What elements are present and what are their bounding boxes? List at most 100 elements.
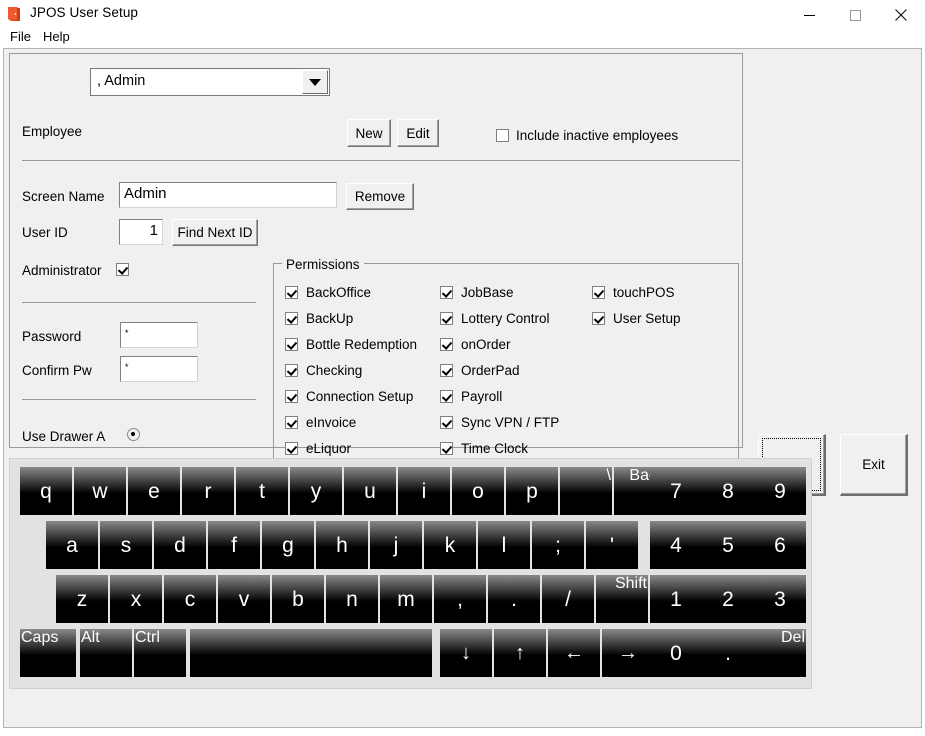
menu-item-help[interactable]: Help — [36, 26, 77, 48]
user-id-input[interactable]: 1 — [119, 219, 163, 245]
key-3[interactable]: 3 — [754, 575, 806, 623]
permission-checkbox[interactable]: User Setup — [592, 311, 681, 326]
key-k[interactable]: k — [424, 521, 476, 569]
key-/[interactable]: / — [542, 575, 594, 623]
key-.[interactable]: . — [702, 629, 754, 677]
permission-checkbox-box[interactable] — [285, 416, 298, 429]
key-j[interactable]: j — [370, 521, 422, 569]
key-z[interactable]: z — [56, 575, 108, 623]
key-d[interactable]: d — [154, 521, 206, 569]
permission-checkbox-box[interactable] — [440, 364, 453, 377]
key-8[interactable]: 8 — [702, 467, 754, 515]
key-h[interactable]: h — [316, 521, 368, 569]
key-↓[interactable]: ↓ — [440, 629, 492, 677]
key-'[interactable]: ' — [586, 521, 638, 569]
permission-checkbox[interactable]: BackUp — [285, 311, 353, 326]
permission-checkbox-box[interactable] — [440, 442, 453, 455]
key-6[interactable]: 6 — [754, 521, 806, 569]
key-→[interactable]: → — [602, 629, 654, 677]
key-a[interactable]: a — [46, 521, 98, 569]
key-.[interactable]: . — [488, 575, 540, 623]
key-;[interactable]: ; — [532, 521, 584, 569]
permission-checkbox[interactable]: Sync VPN / FTP — [440, 415, 559, 430]
key-↑[interactable]: ↑ — [494, 629, 546, 677]
permission-checkbox[interactable]: eInvoice — [285, 415, 356, 430]
key-s[interactable]: s — [100, 521, 152, 569]
permission-checkbox[interactable]: Payroll — [440, 389, 502, 404]
edit-button[interactable]: Edit — [397, 119, 439, 147]
key-w[interactable]: w — [74, 467, 126, 515]
key-Del[interactable]: Del — [754, 629, 806, 677]
include-inactive-checkbox-box[interactable] — [496, 129, 509, 142]
remove-button[interactable]: Remove — [346, 183, 414, 210]
key-p[interactable]: p — [506, 467, 558, 515]
include-inactive-checkbox[interactable]: Include inactive employees — [496, 128, 678, 143]
key-←[interactable]: ← — [548, 629, 600, 677]
permission-checkbox-box[interactable] — [285, 442, 298, 455]
key-Shift[interactable]: Shift — [596, 575, 648, 623]
permission-checkbox-box[interactable] — [440, 416, 453, 429]
permission-checkbox-box[interactable] — [592, 312, 605, 325]
permission-checkbox-box[interactable] — [285, 364, 298, 377]
permission-checkbox-box[interactable] — [285, 312, 298, 325]
key-,[interactable]: , — [434, 575, 486, 623]
password-input[interactable]: * — [120, 322, 198, 348]
key-i[interactable]: i — [398, 467, 450, 515]
key-Space[interactable] — [190, 629, 432, 677]
key-l[interactable]: l — [478, 521, 530, 569]
permission-checkbox-box[interactable] — [285, 286, 298, 299]
permission-checkbox-box[interactable] — [285, 338, 298, 351]
key-u[interactable]: u — [344, 467, 396, 515]
key-r[interactable]: r — [182, 467, 234, 515]
permission-checkbox[interactable]: Connection Setup — [285, 389, 413, 404]
key-1[interactable]: 1 — [650, 575, 702, 623]
permission-checkbox[interactable]: Bottle Redemption — [285, 337, 417, 352]
key-5[interactable]: 5 — [702, 521, 754, 569]
key-n[interactable]: n — [326, 575, 378, 623]
permission-checkbox[interactable]: BackOffice — [285, 285, 371, 300]
permission-checkbox-box[interactable] — [440, 286, 453, 299]
key-x[interactable]: x — [110, 575, 162, 623]
confirm-password-input[interactable]: * — [120, 356, 198, 382]
administrator-checkbox[interactable] — [116, 263, 129, 276]
employee-combobox[interactable]: , Admin — [90, 68, 330, 96]
permission-checkbox-box[interactable] — [440, 312, 453, 325]
key-\[interactable]: \ — [560, 467, 612, 515]
permission-checkbox-box[interactable] — [592, 286, 605, 299]
permission-checkbox-box[interactable] — [440, 390, 453, 403]
drawer-a-radio[interactable] — [127, 428, 140, 441]
key-v[interactable]: v — [218, 575, 270, 623]
screen-name-input[interactable]: Admin — [119, 182, 337, 208]
key-c[interactable]: c — [164, 575, 216, 623]
key-Caps[interactable]: Caps — [20, 629, 76, 677]
key-f[interactable]: f — [208, 521, 260, 569]
key-0[interactable]: 0 — [650, 629, 702, 677]
key-b[interactable]: b — [272, 575, 324, 623]
permission-checkbox[interactable]: touchPOS — [592, 285, 675, 300]
key-y[interactable]: y — [290, 467, 342, 515]
permission-checkbox[interactable]: Checking — [285, 363, 362, 378]
permission-checkbox-box[interactable] — [285, 390, 298, 403]
permission-checkbox-box[interactable] — [440, 338, 453, 351]
key-q[interactable]: q — [20, 467, 72, 515]
key-Ctrl[interactable]: Ctrl — [134, 629, 186, 677]
key-9[interactable]: 9 — [754, 467, 806, 515]
permission-checkbox[interactable]: JobBase — [440, 285, 514, 300]
key-t[interactable]: t — [236, 467, 288, 515]
chevron-down-icon[interactable] — [302, 70, 328, 94]
permission-checkbox[interactable]: onOrder — [440, 337, 511, 352]
key-m[interactable]: m — [380, 575, 432, 623]
menu-item-file[interactable]: File — [3, 26, 38, 48]
key-4[interactable]: 4 — [650, 521, 702, 569]
key-e[interactable]: e — [128, 467, 180, 515]
new-button[interactable]: New — [347, 119, 391, 147]
permission-checkbox[interactable]: Lottery Control — [440, 311, 550, 326]
exit-button[interactable]: Exit — [840, 434, 908, 496]
key-7[interactable]: 7 — [650, 467, 702, 515]
permission-checkbox[interactable]: OrderPad — [440, 363, 520, 378]
key-o[interactable]: o — [452, 467, 504, 515]
key-g[interactable]: g — [262, 521, 314, 569]
permission-checkbox[interactable]: eLiquor — [285, 441, 351, 456]
key-2[interactable]: 2 — [702, 575, 754, 623]
find-next-id-button[interactable]: Find Next ID — [172, 219, 258, 246]
